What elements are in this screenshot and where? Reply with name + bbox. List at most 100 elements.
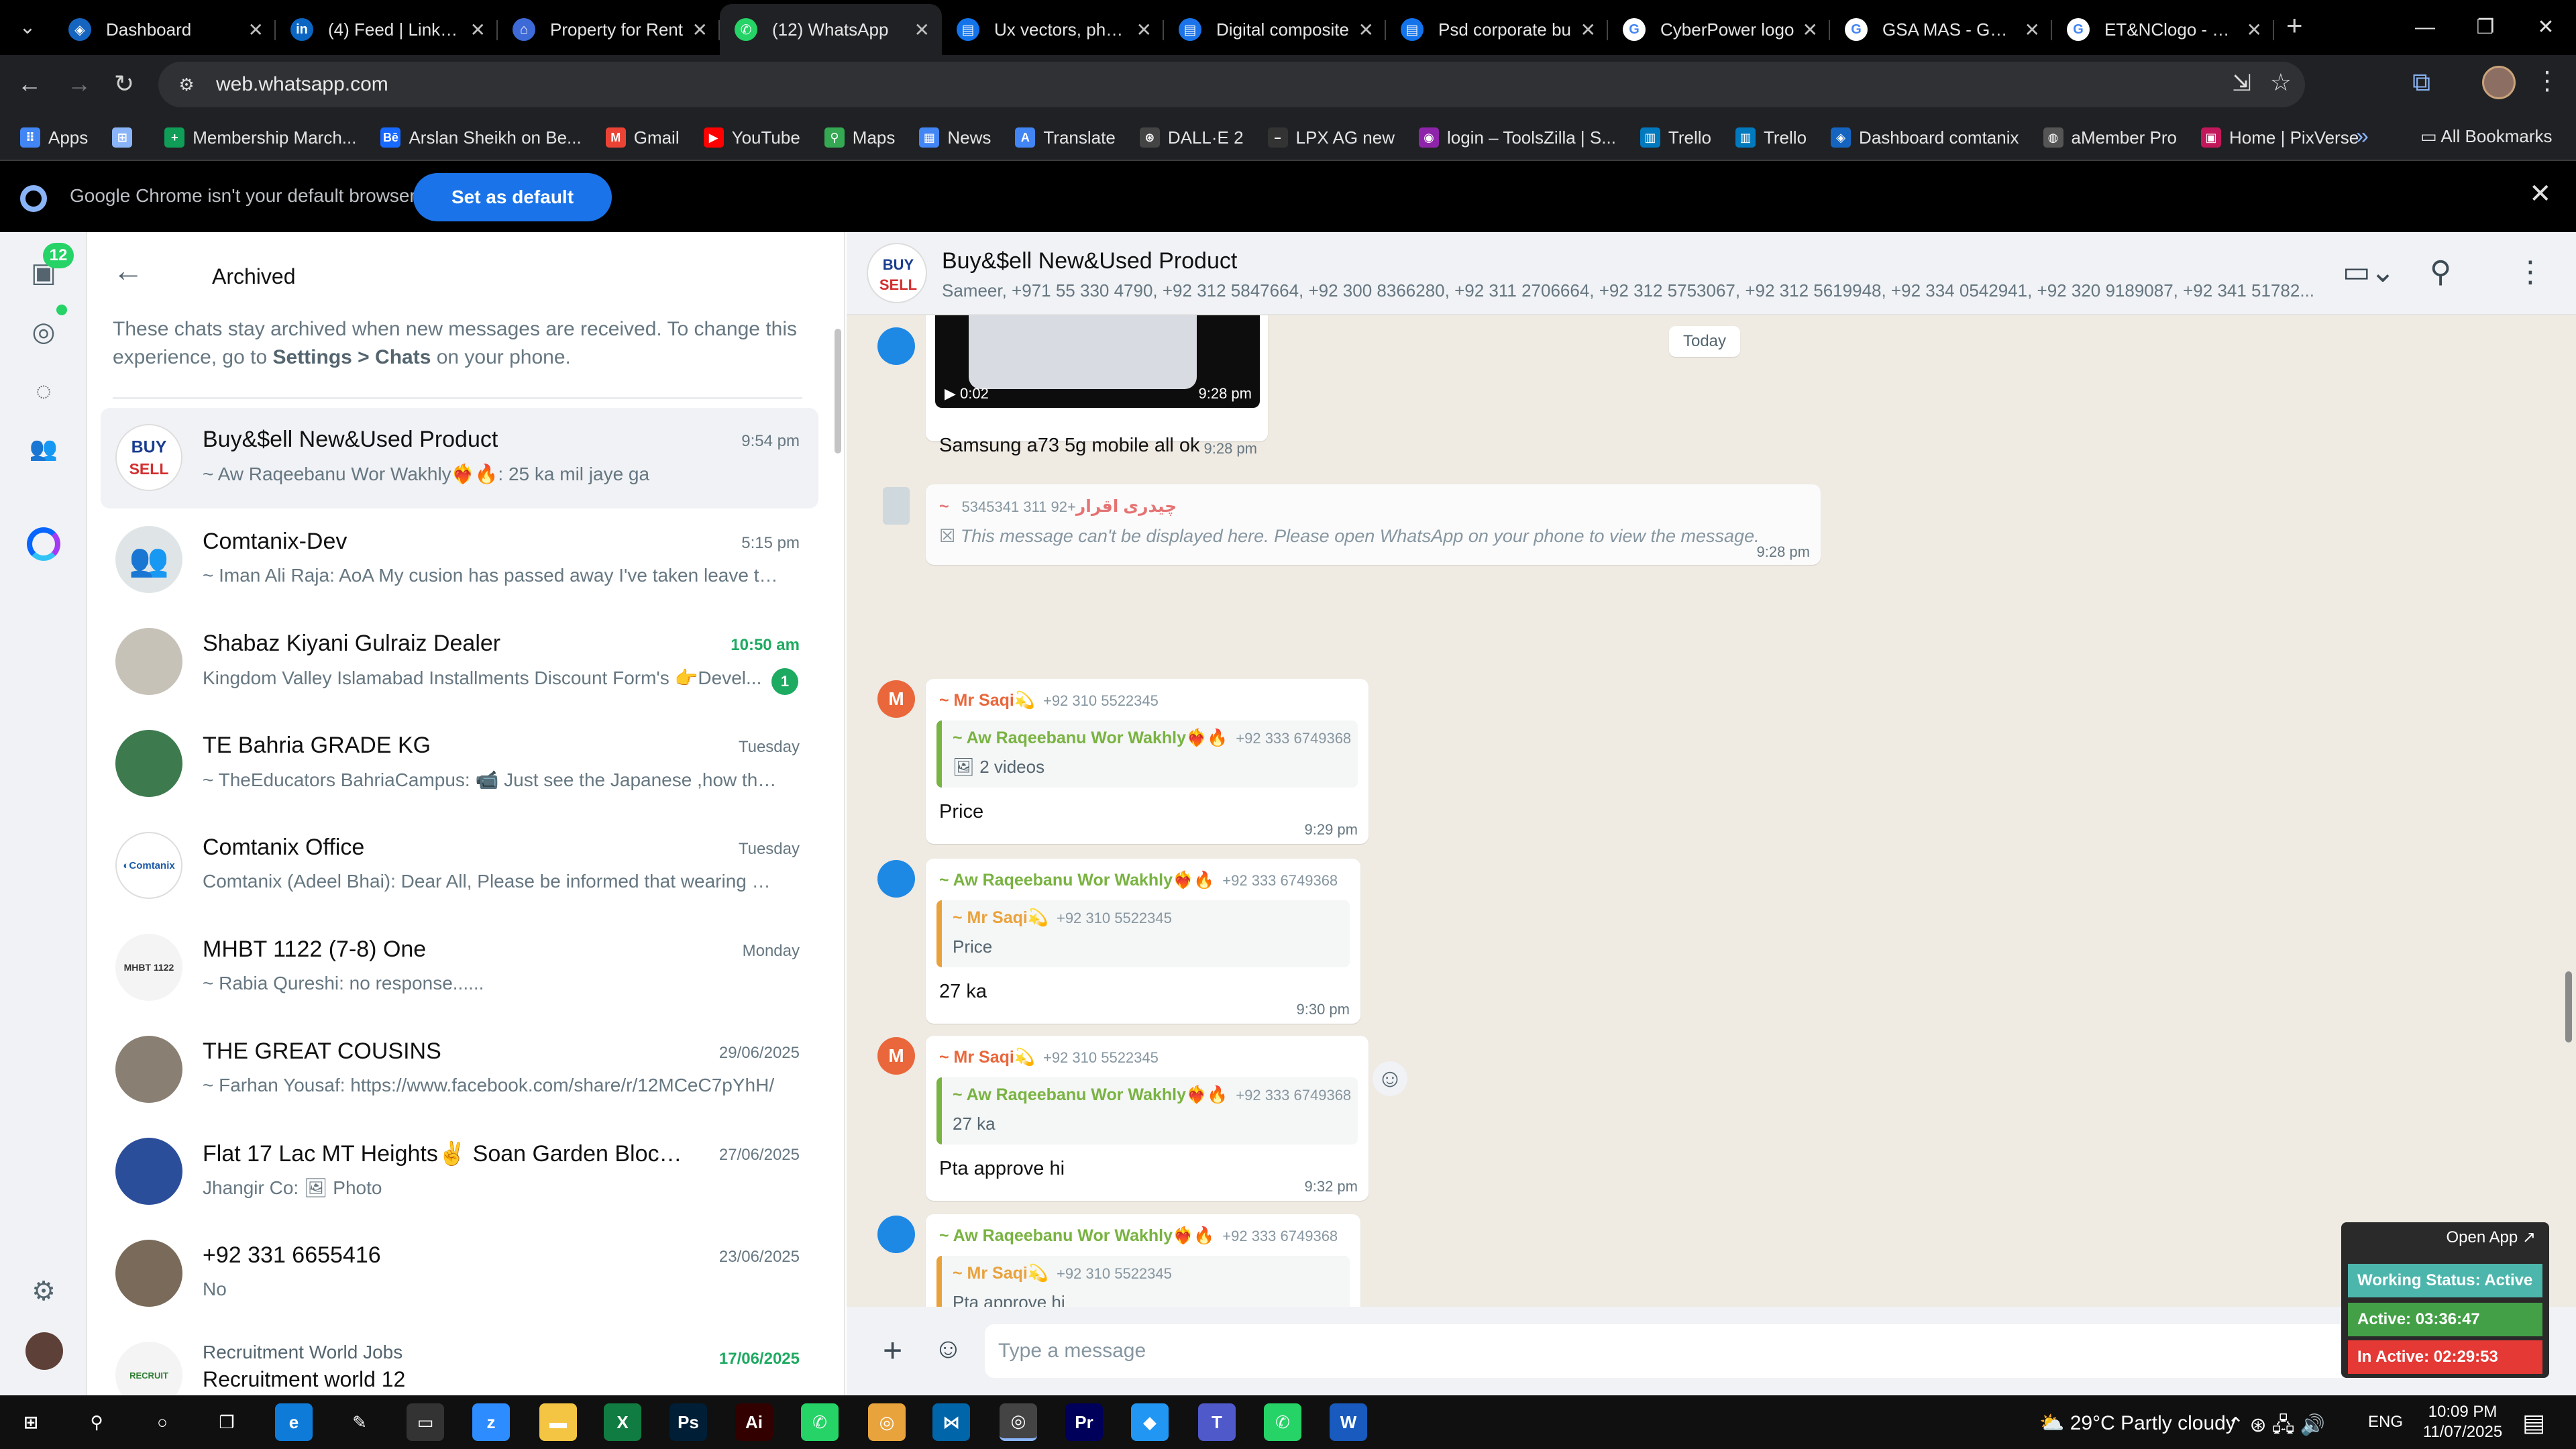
weather-widget[interactable]: ⛅ 29°C Partly cloudy <box>2039 1411 2236 1435</box>
windows-start-icon[interactable]: ⊞ <box>12 1403 50 1441</box>
channels-icon[interactable]: ◌ <box>25 373 62 409</box>
close-window-icon[interactable]: ✕ <box>2516 0 2576 55</box>
close-tab-icon[interactable]: ✕ <box>914 19 930 41</box>
chat-list-item[interactable]: BUY SELL Buy&$ell New&Used Product ~ Aw Raq… <box>101 408 818 508</box>
sticker-emoji-icon[interactable]: ☺ <box>934 1332 963 1364</box>
video-thumbnail[interactable]: ▶ 0:02 9:28 pm <box>935 302 1260 408</box>
chat-list-item[interactable]: +92 331 6655416 No 23/06/2025 <box>101 1224 818 1324</box>
extensions-icon[interactable]: ⧉ <box>2412 68 2430 97</box>
meta-ai-icon[interactable] <box>27 527 60 561</box>
browser-tab[interactable]: ✆ (12) WhatsApp ✕ <box>720 4 942 55</box>
terminal-icon[interactable]: ▭ <box>407 1403 444 1441</box>
bookmark-star-icon[interactable]: ☆ <box>2270 68 2292 97</box>
browser-tab[interactable]: ◈ Dashboard ✕ <box>54 4 276 55</box>
set-as-default-button[interactable]: Set as default <box>413 173 612 221</box>
chat-list-item[interactable]: TE Bahria GRADE KG ~ TheEducators BahriaC… <box>101 714 818 814</box>
bookmark-item[interactable]: ▥ Trello <box>1735 127 1807 148</box>
minimize-icon[interactable]: — <box>2395 0 2455 55</box>
browser-tab[interactable]: in (4) Feed | LinkedIn ✕ <box>276 4 498 55</box>
profile-avatar[interactable] <box>2482 66 2516 99</box>
file-explorer-icon[interactable]: ▬ <box>539 1403 577 1441</box>
sender-avatar[interactable] <box>877 1216 915 1253</box>
install-app-icon[interactable]: ⇲ <box>2233 70 2252 97</box>
close-tab-icon[interactable]: ✕ <box>2247 19 2262 41</box>
browser-menu-icon[interactable]: ⋮ <box>2534 66 2560 96</box>
cortana-icon[interactable]: ○ <box>144 1403 181 1441</box>
all-bookmarks[interactable]: ▭ All Bookmarks <box>2420 126 2553 147</box>
reload-icon[interactable]: ↻ <box>114 70 134 98</box>
notifications-icon[interactable]: ▤ <box>2522 1409 2545 1437</box>
browser-tab[interactable]: ▤ Digital composite ✕ <box>1164 4 1386 55</box>
bookmark-item[interactable]: ◍ aMember Pro <box>2043 127 2177 148</box>
chrome-icon[interactable]: ◎ <box>868 1403 906 1441</box>
close-tab-icon[interactable]: ✕ <box>2025 19 2040 41</box>
bookmark-item[interactable]: ▶ YouTube <box>703 127 800 148</box>
attach-plus-icon[interactable]: + <box>883 1331 902 1370</box>
quoted-reply[interactable]: ~ Mr Saqi💫 +92 310 5522345 Price <box>936 900 1350 967</box>
omnibox[interactable]: ⚙ web.whatsapp.com ⇲ ☆ <box>158 62 2305 107</box>
pen-icon[interactable]: ✎ <box>341 1403 378 1441</box>
list-scrollbar[interactable] <box>835 329 841 453</box>
bookmark-item[interactable]: ◉ login – ToolsZilla | S... <box>1418 127 1616 148</box>
restore-icon[interactable]: ❐ <box>2455 0 2516 55</box>
sender-avatar[interactable]: M <box>877 680 915 718</box>
bookmark-item[interactable]: ◈ Dashboard comtanix <box>1831 127 2019 148</box>
bookmark-item[interactable]: Bē Arslan Sheikh on Be... <box>380 127 582 148</box>
browser-tab[interactable]: ▤ Psd corporate bu ✕ <box>1386 4 1608 55</box>
word-icon[interactable]: W <box>1330 1403 1367 1441</box>
chat-list-item[interactable]: ◐Comtanix Comtanix Office Comtanix (Adeel … <box>101 816 818 916</box>
new-tab-icon[interactable]: + <box>2286 9 2303 42</box>
browser-tab[interactable]: G CyberPower logo ✕ <box>1608 4 1830 55</box>
photoshop-icon[interactable]: Ps <box>669 1403 707 1441</box>
whatsapp-business-icon[interactable]: ✆ <box>1264 1403 1301 1441</box>
react-emoji-icon[interactable]: ☺ <box>1373 1061 1407 1096</box>
url-text[interactable]: web.whatsapp.com <box>216 73 388 96</box>
bookmark-item[interactable]: A Translate <box>1015 127 1116 148</box>
sender-avatar[interactable]: M <box>877 1037 915 1075</box>
premiere-icon[interactable]: Pr <box>1065 1403 1103 1441</box>
quoted-reply[interactable]: ~ Aw Raqeebanu Wor Wakhly❤️‍🔥🔥 +92 333 67… <box>936 720 1358 788</box>
tab-search-icon[interactable]: ⌄ <box>12 12 43 43</box>
vscode-icon[interactable]: ⋈ <box>932 1403 970 1441</box>
my-profile-avatar[interactable] <box>25 1332 63 1370</box>
close-tab-icon[interactable]: ✕ <box>692 19 708 41</box>
bookmark-item[interactable]: ▦ News <box>919 127 991 148</box>
clock[interactable]: 10:09 PM 11/07/2025 <box>2412 1402 2513 1442</box>
back-icon[interactable]: ← <box>17 70 42 98</box>
system-tray[interactable]: ⌃ ⊛ 🖧 🔊 <box>2227 1410 2325 1444</box>
language-indicator[interactable]: ENG <box>2368 1413 2403 1432</box>
bookmark-item[interactable]: + Membership March... <box>164 127 356 148</box>
bookmark-item[interactable]: ⊛ DALL·E 2 <box>1139 127 1244 148</box>
video-call-icon[interactable]: ▭⌄ <box>2343 255 2395 289</box>
site-info-icon[interactable]: ⚙ <box>172 70 201 99</box>
sender-avatar[interactable] <box>883 487 910 525</box>
conversation-header[interactable]: BUY SELL Buy&$ell New&Used Product Sameer… <box>847 232 2576 315</box>
sender-avatar[interactable] <box>877 327 915 365</box>
excel-icon[interactable]: X <box>604 1403 641 1441</box>
browser-tab[interactable]: G GSA MAS - Google ✕ <box>1830 4 2052 55</box>
chat-list-item[interactable]: 👥 Comtanix-Dev ~ Iman Ali Raja: AoA My cus… <box>101 510 818 610</box>
message-scrollbar[interactable] <box>2565 971 2572 1042</box>
edge-icon[interactable]: e <box>275 1403 313 1441</box>
group-avatar[interactable]: BUY SELL <box>867 243 927 303</box>
zoom-icon[interactable]: z <box>472 1403 510 1441</box>
message-input[interactable]: Type a message <box>985 1324 2434 1378</box>
close-tab-icon[interactable]: ✕ <box>1358 19 1374 41</box>
quoted-reply[interactable]: ~ Aw Raqeebanu Wor Wakhly❤️‍🔥🔥 +92 333 67… <box>936 1077 1358 1144</box>
status-icon[interactable]: ◎ <box>25 314 62 350</box>
close-tab-icon[interactable]: ✕ <box>470 19 486 41</box>
chat-list-item[interactable]: Shabaz Kiyani Gulraiz Dealer Kingdom Vall… <box>101 612 818 712</box>
bookmark-item[interactable]: ⊞ <box>112 127 140 148</box>
forward-icon[interactable]: → <box>67 70 91 98</box>
teams-icon[interactable]: T <box>1198 1403 1236 1441</box>
bookmark-item[interactable]: – LPX AG new <box>1267 127 1395 148</box>
open-app-link[interactable]: Open App ↗ <box>2446 1228 2536 1247</box>
close-tab-icon[interactable]: ✕ <box>1803 19 1818 41</box>
browser-tab[interactable]: G ET&NClogo - Goo ✕ <box>2052 4 2274 55</box>
conversation-menu-icon[interactable]: ⋮ <box>2516 255 2545 289</box>
whatsapp-app-icon[interactable]: ✆ <box>801 1403 839 1441</box>
search-icon[interactable]: ⚲ <box>2430 255 2451 289</box>
browser-tab[interactable]: ⌂ Property for Rent ✕ <box>498 4 720 55</box>
bookmark-item[interactable]: ⚲ Maps <box>824 127 895 148</box>
chat-list-item[interactable]: RECRUIT Recruitment World Jobs Recruitment… <box>101 1326 818 1395</box>
